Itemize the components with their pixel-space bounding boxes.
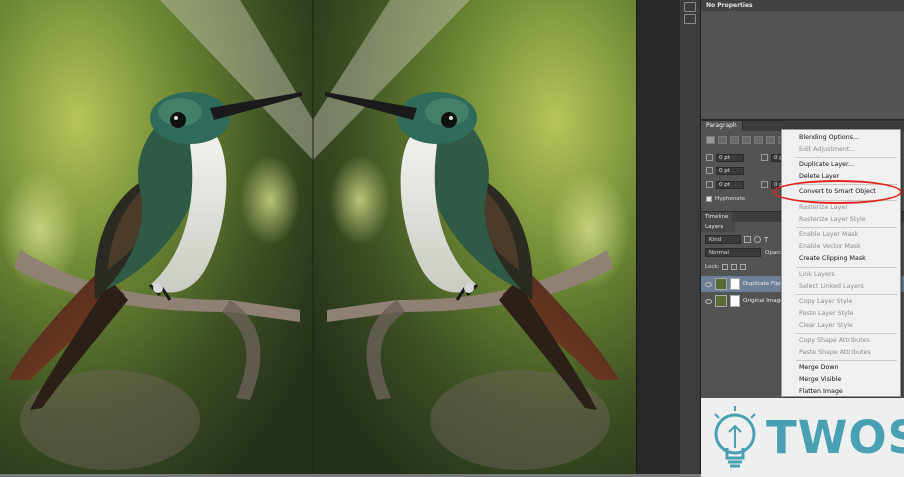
visibility-eye-icon[interactable] (705, 281, 712, 287)
layer-filter-row: Kind T (705, 235, 768, 244)
align-left-icon[interactable] (706, 136, 715, 144)
menu-item-rasterize-layer[interactable]: Rasterize Layer (799, 204, 848, 211)
lock-image-icon[interactable] (731, 264, 738, 270)
menu-separator (796, 294, 897, 295)
opacity-label: Opaci (765, 249, 781, 256)
lock-row: Lock: (705, 264, 747, 270)
indent-left-icon (706, 154, 713, 161)
layer-mask-thumbnail (730, 278, 740, 290)
menu-item-merge-visible[interactable]: Merge Visible (799, 376, 841, 383)
properties-panel: No Properties (701, 0, 904, 120)
space-before-field[interactable]: 0 pt (716, 181, 744, 189)
layer-name: Original Image (743, 298, 784, 304)
filter-adjustment-icon[interactable] (754, 236, 761, 243)
space-before-icon (706, 181, 713, 188)
tab-paragraph[interactable]: Paragraph (701, 121, 743, 131)
menu-item-edit-adjustment[interactable]: Edit Adjustment... (799, 146, 855, 153)
indent-left-field[interactable]: 0 pt (716, 154, 744, 162)
menu-separator (796, 360, 897, 361)
hyphenate-checkbox[interactable]: Hyphenate (706, 196, 745, 202)
layer-thumbnail (715, 295, 727, 307)
hummingbird-image (0, 0, 636, 477)
justify-last-right-icon[interactable] (766, 136, 775, 144)
indent-first-line-icon (706, 167, 713, 174)
menu-separator (796, 157, 897, 158)
blend-mode-select[interactable]: Normal (705, 248, 761, 257)
properties-icon[interactable] (684, 14, 696, 24)
lock-transparent-icon[interactable] (722, 264, 729, 270)
menu-item-enable-layer-mask[interactable]: Enable Layer Mask (799, 231, 858, 238)
highlight-ellipse (773, 180, 902, 204)
properties-title: No Properties (701, 0, 904, 11)
menu-separator (796, 267, 897, 268)
menu-separator (796, 333, 897, 334)
menu-item-copy-layer-style[interactable]: Copy Layer Style (799, 298, 852, 305)
indent-first-line-field[interactable]: 0 pt (716, 167, 744, 175)
menu-item-rasterize-layer-style[interactable]: Rasterize Layer Style (799, 216, 866, 223)
filter-type-icon[interactable]: T (764, 236, 768, 244)
menu-item-paste-shape-attributes[interactable]: Paste Shape Attributes (799, 349, 871, 356)
menu-item-select-linked-layers[interactable]: Select Linked Layers (799, 283, 864, 290)
align-center-icon[interactable] (718, 136, 727, 144)
align-right-icon[interactable] (730, 136, 739, 144)
document-canvas[interactable] (0, 0, 636, 477)
indent-right-icon (761, 154, 768, 161)
lock-position-icon[interactable] (740, 264, 747, 270)
menu-item-duplicate-layer[interactable]: Duplicate Layer... (799, 161, 854, 168)
visibility-eye-icon[interactable] (705, 298, 712, 304)
hyphenate-label: Hyphenate (715, 196, 746, 202)
justify-last-center-icon[interactable] (754, 136, 763, 144)
checkbox-checked-icon (706, 196, 712, 202)
lightbulb-icon (714, 406, 756, 468)
menu-item-copy-shape-attributes[interactable]: Copy Shape Attributes (799, 337, 870, 344)
twos-logo: TWOS (701, 398, 904, 477)
layer-thumbnail (715, 278, 727, 290)
brand-wordmark: TWOS (766, 411, 904, 464)
menu-item-clear-layer-style[interactable]: Clear Layer Style (799, 322, 853, 329)
tab-layers[interactable]: Layers (701, 222, 735, 232)
menu-item-delete-layer[interactable]: Delete Layer (799, 173, 839, 180)
layer-mask-thumbnail (730, 295, 740, 307)
menu-item-link-layers[interactable]: Link Layers (799, 271, 835, 278)
filter-kind-select[interactable]: Kind (705, 235, 741, 244)
panel-icon-strip (680, 0, 701, 477)
menu-item-paste-layer-style[interactable]: Paste Layer Style (799, 310, 853, 317)
space-after-icon (761, 181, 768, 188)
filter-pixel-icon[interactable] (744, 236, 751, 243)
menu-item-blending-options[interactable]: Blending Options... (799, 134, 859, 141)
lock-label: Lock: (705, 264, 720, 270)
menu-separator (796, 227, 897, 228)
justify-last-left-icon[interactable] (742, 136, 751, 144)
menu-item-merge-down[interactable]: Merge Down (799, 364, 839, 371)
menu-item-enable-vector-mask[interactable]: Enable Vector Mask (799, 243, 861, 250)
tab-timeline[interactable]: Timeline (701, 212, 733, 222)
alignment-buttons (706, 136, 787, 144)
canvas-gutter (636, 0, 680, 477)
menu-item-create-clipping-mask[interactable]: Create Clipping Mask (799, 255, 866, 262)
menu-item-flatten-image[interactable]: Flatten Image (799, 388, 843, 395)
layer-context-menu: Blending Options... Edit Adjustment... D… (781, 129, 901, 397)
blend-row: Normal Opaci (705, 248, 781, 257)
history-icon[interactable] (684, 2, 696, 12)
